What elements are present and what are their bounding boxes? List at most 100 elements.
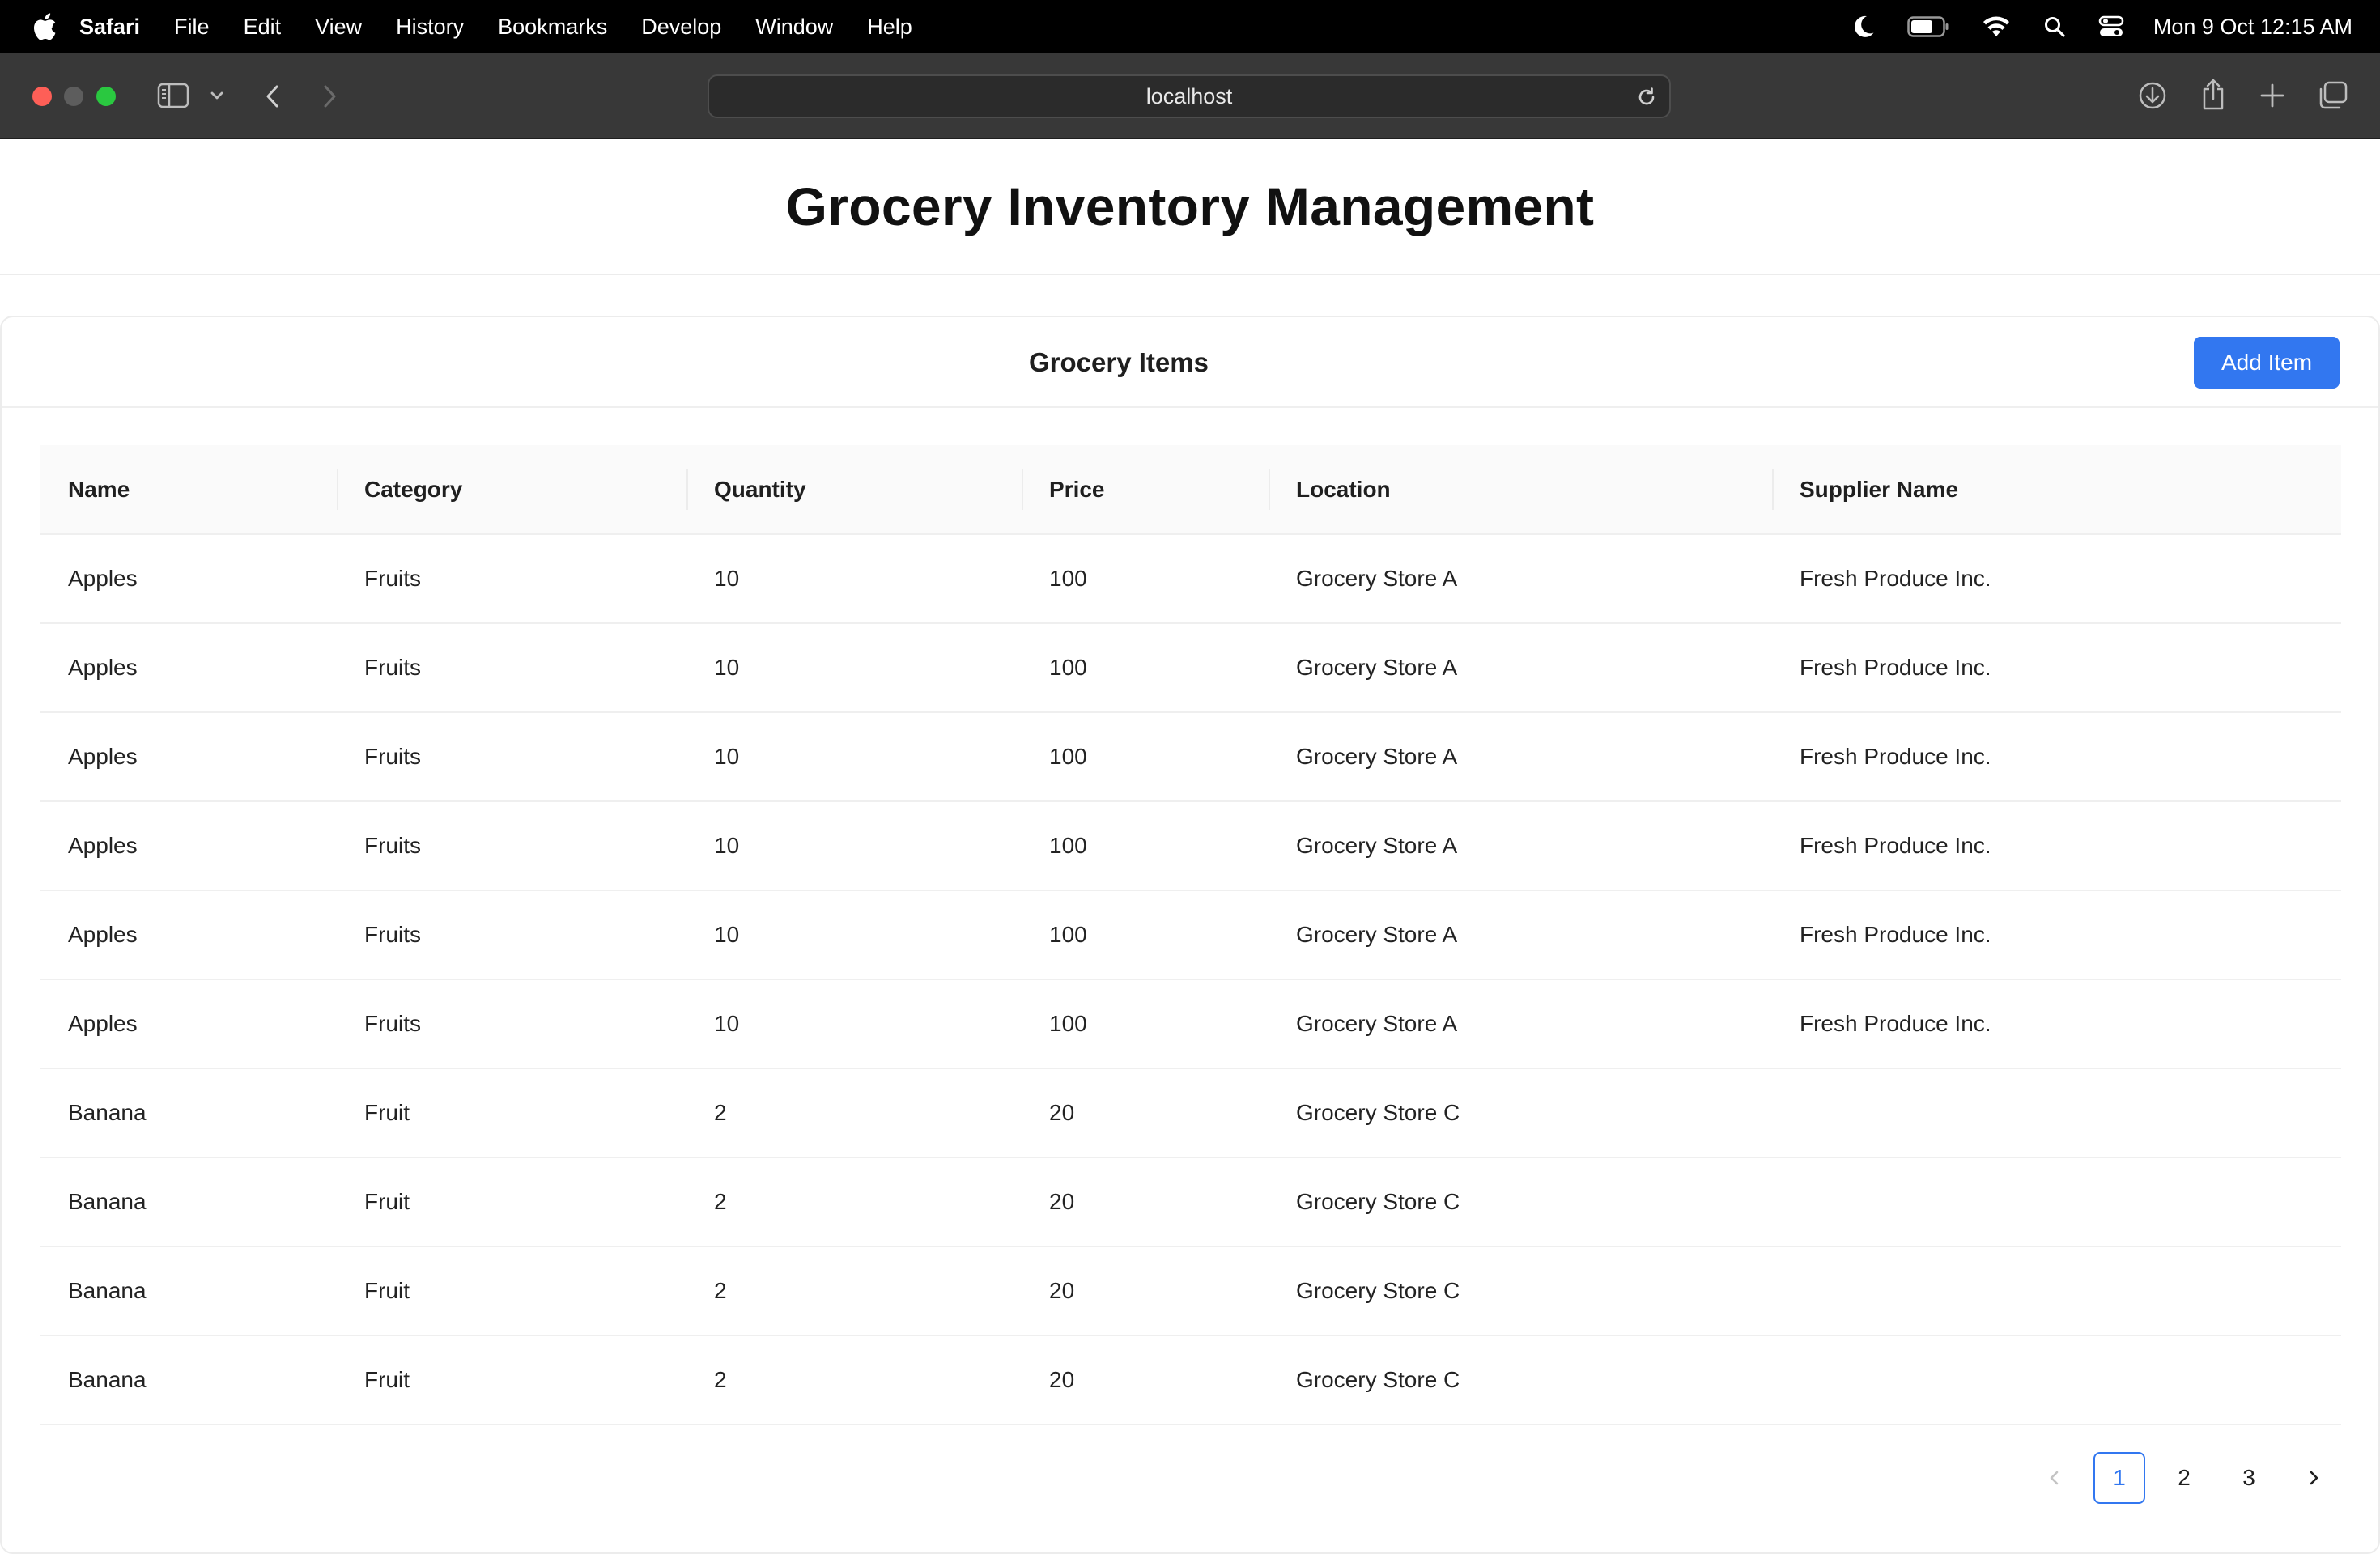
forward-icon[interactable]: [319, 83, 340, 110]
table-row[interactable]: Apples Fruits 10 100 Grocery Store A Fre…: [40, 801, 2341, 891]
cell-category: Fruit: [337, 1246, 686, 1336]
battery-icon[interactable]: [1907, 16, 1949, 37]
moon-icon[interactable]: [1852, 15, 1875, 39]
column-header-price[interactable]: Price: [1022, 445, 1269, 535]
cell-location: Grocery Store C: [1269, 1246, 1772, 1336]
table-header-row: Name Category Quantity Price Location Su…: [40, 445, 2341, 535]
menu-help[interactable]: Help: [867, 15, 912, 40]
cell-quantity: 10: [686, 712, 1022, 802]
page-button-1[interactable]: 1: [2093, 1452, 2145, 1504]
address-bar-url: localhost: [1145, 83, 1233, 108]
browser-toolbar: localhost: [0, 53, 2380, 139]
table-row[interactable]: Apples Fruits 10 100 Grocery Store A Fre…: [40, 890, 2341, 980]
reload-icon[interactable]: [1635, 86, 1658, 114]
menu-edit[interactable]: Edit: [244, 15, 282, 40]
table-row[interactable]: Banana Fruit 2 20 Grocery Store C: [40, 1335, 2341, 1425]
menu-bookmarks[interactable]: Bookmarks: [498, 15, 607, 40]
table-row[interactable]: Banana Fruit 2 20 Grocery Store C: [40, 1157, 2341, 1247]
cell-category: Fruit: [337, 1068, 686, 1158]
page-button-2[interactable]: 2: [2158, 1452, 2210, 1504]
menu-bar-clock[interactable]: Mon 9 Oct 12:15 AM: [2153, 15, 2352, 40]
window-close-button[interactable]: [32, 87, 52, 106]
cell-category: Fruits: [337, 890, 686, 980]
cell-supplier-name: [1772, 1335, 2341, 1425]
cell-supplier-name: Fresh Produce Inc.: [1772, 712, 2341, 802]
cell-quantity: 2: [686, 1157, 1022, 1247]
column-header-name[interactable]: Name: [40, 445, 337, 535]
cell-price: 100: [1022, 623, 1269, 713]
menu-app-name[interactable]: Safari: [79, 15, 140, 40]
cell-supplier-name: Fresh Produce Inc.: [1772, 801, 2341, 891]
wifi-icon[interactable]: [1982, 15, 2011, 38]
cell-name: Banana: [40, 1246, 337, 1336]
card-title: Grocery Items: [1029, 347, 1209, 377]
grocery-items-card: Grocery Items Add Item Name Category Qua…: [0, 316, 2380, 1554]
cell-location: Grocery Store A: [1269, 623, 1772, 713]
cell-price: 20: [1022, 1335, 1269, 1425]
address-bar[interactable]: localhost: [708, 74, 1671, 118]
next-page-icon[interactable]: [2288, 1452, 2340, 1504]
share-icon[interactable]: [2199, 78, 2227, 110]
table-row[interactable]: Apples Fruits 10 100 Grocery Store A Fre…: [40, 534, 2341, 624]
apple-logo-icon[interactable]: [32, 13, 57, 40]
window-zoom-button[interactable]: [96, 87, 116, 106]
add-item-button[interactable]: Add Item: [2194, 337, 2340, 388]
cell-quantity: 10: [686, 890, 1022, 980]
page-header: Grocery Inventory Management: [0, 139, 2380, 275]
cell-price: 100: [1022, 712, 1269, 802]
table-row[interactable]: Apples Fruits 10 100 Grocery Store A Fre…: [40, 712, 2341, 802]
table-row[interactable]: Apples Fruits 10 100 Grocery Store A Fre…: [40, 623, 2341, 713]
cell-quantity: 10: [686, 979, 1022, 1069]
cell-location: Grocery Store A: [1269, 534, 1772, 624]
sidebar-toggle-icon[interactable]: [157, 83, 189, 108]
cell-category: Fruits: [337, 979, 686, 1069]
cell-supplier-name: [1772, 1068, 2341, 1158]
table-row[interactable]: Apples Fruits 10 100 Grocery Store A Fre…: [40, 979, 2341, 1069]
cell-quantity: 10: [686, 534, 1022, 624]
menu-window[interactable]: Window: [755, 15, 833, 40]
cell-quantity: 10: [686, 801, 1022, 891]
column-header-category[interactable]: Category: [337, 445, 686, 535]
cell-name: Apples: [40, 623, 337, 713]
cell-name: Banana: [40, 1157, 337, 1247]
column-header-quantity[interactable]: Quantity: [686, 445, 1022, 535]
spotlight-search-icon[interactable]: [2043, 15, 2066, 38]
menu-view[interactable]: View: [315, 15, 362, 40]
page-button-3[interactable]: 3: [2223, 1452, 2275, 1504]
cell-supplier-name: Fresh Produce Inc.: [1772, 979, 2341, 1069]
cell-price: 20: [1022, 1068, 1269, 1158]
menu-bar: Safari File Edit View History Bookmarks …: [0, 0, 2380, 53]
table-row[interactable]: Banana Fruit 2 20 Grocery Store C: [40, 1246, 2341, 1336]
menu-develop[interactable]: Develop: [641, 15, 721, 40]
menu-file[interactable]: File: [174, 15, 210, 40]
new-tab-icon[interactable]: [2259, 83, 2285, 108]
cell-supplier-name: Fresh Produce Inc.: [1772, 623, 2341, 713]
downloads-icon[interactable]: [2138, 81, 2167, 110]
card-header: Grocery Items Add Item: [2, 317, 2378, 408]
tab-overview-icon[interactable]: [2318, 81, 2348, 110]
cell-category: Fruits: [337, 623, 686, 713]
cell-name: Banana: [40, 1068, 337, 1158]
window-minimize-button[interactable]: [64, 87, 83, 106]
cell-price: 100: [1022, 890, 1269, 980]
pagination: 1 2 3: [2016, 1452, 2340, 1504]
menu-history[interactable]: History: [396, 15, 464, 40]
table-row[interactable]: Banana Fruit 2 20 Grocery Store C: [40, 1068, 2341, 1158]
cell-location: Grocery Store C: [1269, 1157, 1772, 1247]
column-header-supplier-name[interactable]: Supplier Name: [1772, 445, 2341, 535]
page-title: Grocery Inventory Management: [785, 176, 1595, 236]
control-center-icon[interactable]: [2098, 15, 2124, 38]
cell-price: 100: [1022, 801, 1269, 891]
previous-page-icon[interactable]: [2029, 1452, 2080, 1504]
chevron-down-icon[interactable]: [209, 89, 225, 102]
column-header-location[interactable]: Location: [1269, 445, 1772, 535]
cell-location: Grocery Store C: [1269, 1335, 1772, 1425]
cell-price: 20: [1022, 1157, 1269, 1247]
cell-category: Fruits: [337, 534, 686, 624]
back-icon[interactable]: [262, 83, 283, 110]
cell-supplier-name: Fresh Produce Inc.: [1772, 534, 2341, 624]
cell-name: Apples: [40, 534, 337, 624]
cell-category: Fruits: [337, 801, 686, 891]
cell-category: Fruit: [337, 1157, 686, 1247]
cell-name: Apples: [40, 890, 337, 980]
